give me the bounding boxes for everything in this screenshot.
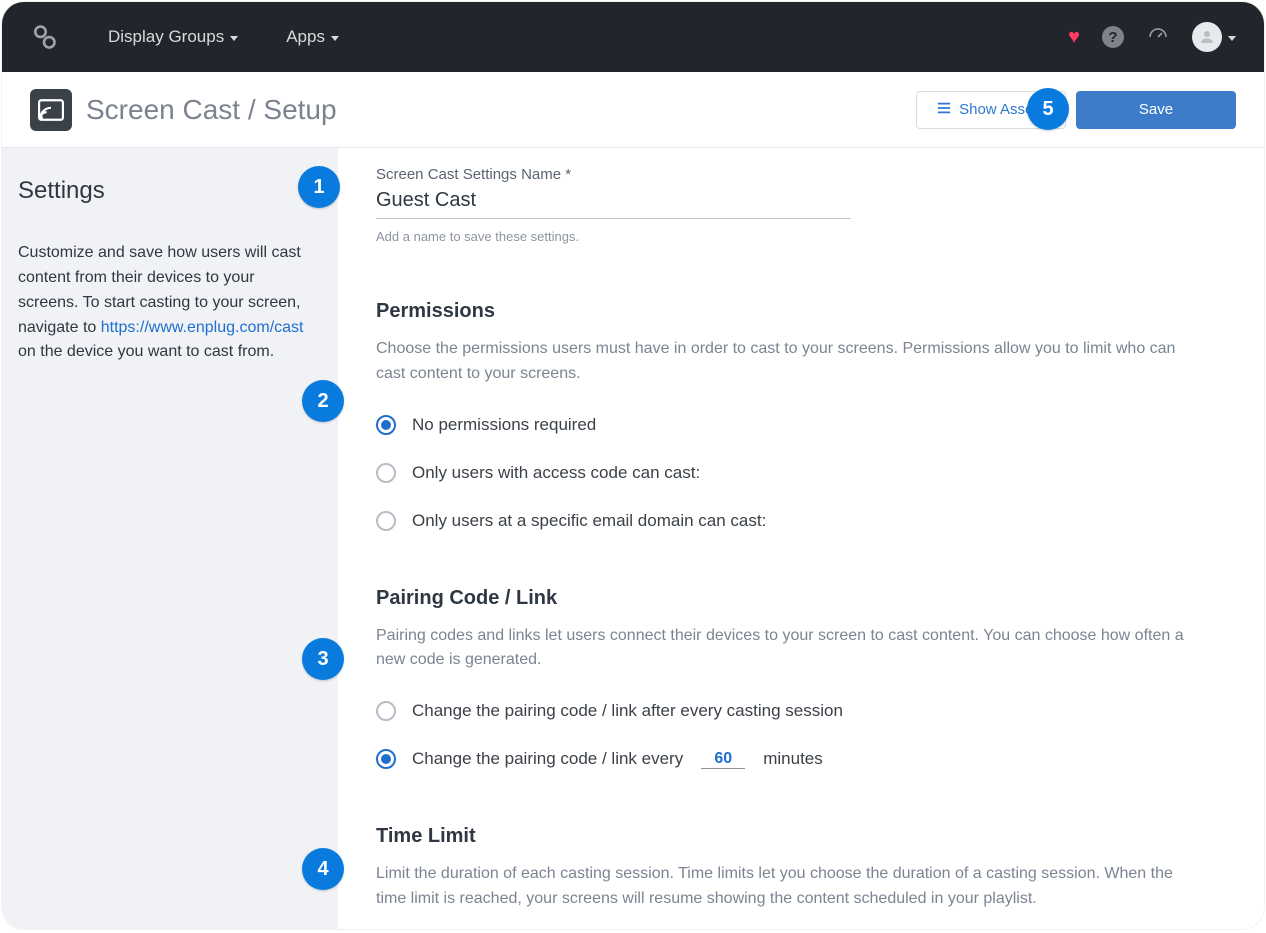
nav-item-label: Apps <box>286 27 325 47</box>
app-logo-icon <box>30 23 58 51</box>
permissions-option-access-code[interactable]: Only users with access code can cast: <box>376 463 1224 483</box>
section-description: Pairing codes and links let users connec… <box>376 624 1206 674</box>
section-heading: Time Limit <box>376 825 1224 848</box>
section-description: Limit the duration of each casting sessi… <box>376 862 1206 912</box>
settings-form: Screen Cast Settings Name * Add a name t… <box>338 148 1264 929</box>
radio-icon <box>376 511 396 531</box>
pairing-section: Pairing Code / Link Pairing codes and li… <box>376 587 1224 770</box>
field-hint: Add a name to save these settings. <box>376 229 1224 244</box>
dashboard-icon[interactable] <box>1146 23 1170 52</box>
nav-item-label: Display Groups <box>108 27 224 47</box>
user-menu[interactable] <box>1192 22 1236 52</box>
avatar-icon <box>1192 22 1222 52</box>
radio-icon <box>376 749 396 769</box>
minutes-label: minutes <box>763 749 823 769</box>
radio-label: Only users with access code can cast: <box>412 463 700 483</box>
radio-label: Change the pairing code / link after eve… <box>412 701 843 721</box>
radio-icon <box>376 415 396 435</box>
nav-apps[interactable]: Apps <box>286 27 339 47</box>
annotation-badge-1: 1 <box>298 166 340 208</box>
permissions-option-none[interactable]: No permissions required <box>376 415 1224 435</box>
section-heading: Permissions <box>376 300 1224 323</box>
chevron-down-icon <box>331 36 339 41</box>
annotation-badge-2: 2 <box>302 380 344 422</box>
section-heading: Pairing Code / Link <box>376 587 1224 610</box>
annotation-badge-5: 5 <box>1027 88 1069 130</box>
help-icon[interactable]: ? <box>1102 26 1124 48</box>
settings-sidebar: Settings Customize and save how users wi… <box>2 148 338 929</box>
cast-icon <box>30 89 72 131</box>
sidebar-description: Customize and save how users will cast c… <box>18 241 314 365</box>
button-label: Save <box>1139 101 1173 118</box>
list-icon <box>937 101 951 119</box>
radio-icon <box>376 463 396 483</box>
name-field: Screen Cast Settings Name * Add a name t… <box>376 166 1224 244</box>
pairing-option-after-session[interactable]: Change the pairing code / link after eve… <box>376 701 1224 721</box>
page-header: Screen Cast / Setup Show Assets Save <box>2 72 1264 148</box>
heart-icon[interactable]: ♥ <box>1068 26 1080 49</box>
nav-display-groups[interactable]: Display Groups <box>108 27 238 47</box>
chevron-down-icon <box>1228 36 1236 41</box>
permissions-option-email-domain[interactable]: Only users at a specific email domain ca… <box>376 511 1224 531</box>
radio-label: Only users at a specific email domain ca… <box>412 511 766 531</box>
chevron-down-icon <box>230 36 238 41</box>
cast-url-link[interactable]: https://www.enplug.com/cast <box>101 319 304 336</box>
page-title: Screen Cast / Setup <box>86 94 337 126</box>
permissions-section: Permissions Choose the permissions users… <box>376 300 1224 531</box>
annotation-badge-3: 3 <box>302 638 344 680</box>
field-label: Screen Cast Settings Name * <box>376 166 1224 183</box>
radio-icon <box>376 701 396 721</box>
pairing-minutes-input[interactable] <box>701 750 745 769</box>
sidebar-heading: Settings <box>18 172 314 209</box>
settings-name-input[interactable] <box>376 185 851 219</box>
timelimit-section: Time Limit Limit the duration of each ca… <box>376 825 1224 929</box>
top-nav: Display Groups Apps ♥ ? <box>2 2 1264 72</box>
save-button[interactable]: Save <box>1076 91 1236 129</box>
radio-label-prefix: Change the pairing code / link every <box>412 749 683 769</box>
annotation-badge-4: 4 <box>302 848 344 890</box>
text: on the device you want to cast from. <box>18 343 274 360</box>
main: Settings Customize and save how users wi… <box>2 148 1264 929</box>
pairing-option-every-minutes[interactable]: Change the pairing code / link every min… <box>376 749 1224 769</box>
section-description: Choose the permissions users must have i… <box>376 337 1206 387</box>
radio-label: No permissions required <box>412 415 596 435</box>
